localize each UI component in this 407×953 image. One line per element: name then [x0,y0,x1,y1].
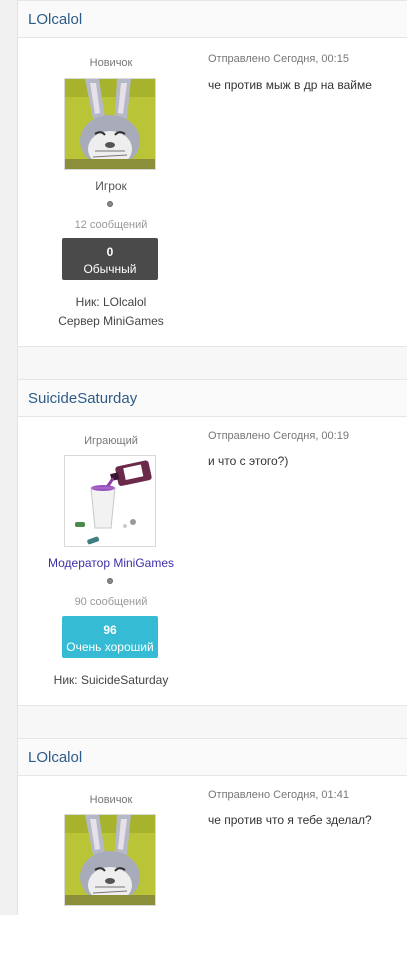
post-header: SuicideSaturday [18,379,407,417]
post-text: че против что я тебе зделал? [208,813,372,827]
post-date: Отправлено Сегодня, 00:15 [208,53,349,65]
reputation-badge[interactable]: 96 Очень хороший [62,616,158,658]
rank-title: Новичок [89,57,133,69]
post-body: Играющий Модератор MiniGames 90 сообщени… [18,417,407,743]
topic-posts: LOlcalol Новичок Игрок 12 сообщений 0 Об… [18,0,407,915]
member-group: Модератор MiniGames [47,556,175,570]
post-body: Новичок [18,776,407,953]
avatar[interactable] [64,78,156,170]
post-date: Отправлено Сегодня, 01:41 [208,789,349,801]
post-body: Новичок [18,38,407,384]
reputation-label: Обычный [83,262,137,276]
rank-title: Новичок [89,794,133,806]
reputation-label: Очень хороший [66,640,154,654]
bugs-bunny-avatar-icon [65,815,155,905]
custom-field-nick: Ник: SuicideSaturday [53,673,169,687]
post-author-link[interactable]: LOlcalol [28,11,82,28]
rank-title: Играющий [84,435,138,447]
post-text: че против мыж в др на вайме [208,78,372,92]
post-separator [18,705,407,739]
status-dot-icon [107,578,113,584]
bugs-bunny-avatar-icon [65,79,155,169]
post-header: LOlcalol [18,738,407,776]
avatar[interactable] [64,814,156,906]
post-author-link[interactable]: LOlcalol [28,749,82,766]
member-group: Игрок [95,179,127,193]
reputation-value: 0 [106,245,114,259]
avatar[interactable] [64,455,156,547]
post-count: 12 сообщений [74,219,148,231]
post-separator [18,346,407,380]
post: SuicideSaturday Играющий Модератор MiniG… [18,379,407,705]
post-header: LOlcalol [18,0,407,38]
post-author-link[interactable]: SuicideSaturday [28,390,137,407]
status-dot-icon [107,201,113,207]
post: LOlcalol Новичок [18,738,407,915]
post-text: и что с этого?) [208,454,289,468]
custom-field-nick: Ник: LOlcalol [75,295,147,309]
reputation-badge[interactable]: 0 Обычный [62,238,158,280]
post-date: Отправлено Сегодня, 00:19 [208,430,349,442]
custom-field-server: Сервер MiniGames [58,314,164,328]
cup-bottle-avatar-icon [65,456,155,546]
left-rail [0,0,18,915]
post: LOlcalol Новичок [18,0,407,346]
reputation-value: 96 [103,623,117,637]
post-count: 90 сообщений [74,596,148,608]
